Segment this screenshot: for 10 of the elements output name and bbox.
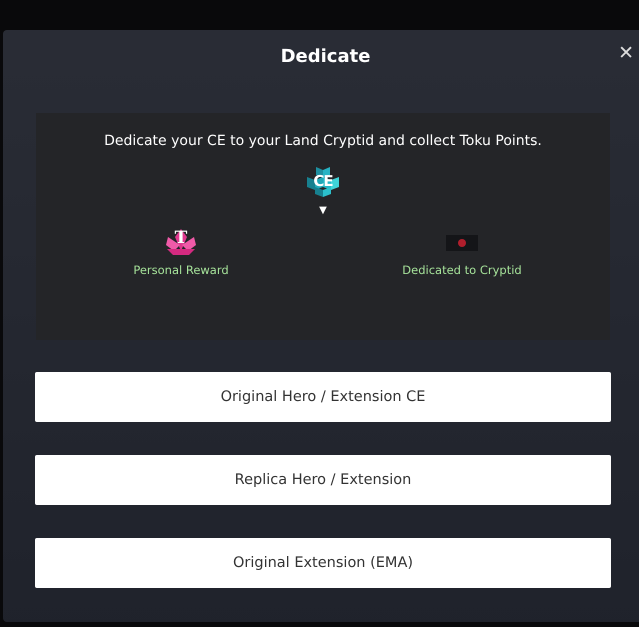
close-button[interactable]: ✕ — [618, 44, 634, 63]
dialog-title: Dedicate — [280, 46, 370, 66]
down-arrow-icon: ▼ — [36, 205, 610, 217]
info-message: Dedicate your CE to your Land Cryptid and collect Toku Points. — [103, 133, 543, 149]
cryptid-icon — [446, 235, 478, 251]
option-button[interactable]: Original Extension (EMA) — [35, 538, 611, 588]
target-label: Dedicated to Cryptid — [402, 263, 522, 277]
target-label: Personal Reward — [133, 263, 229, 277]
option-button[interactable]: Replica Hero / Extension — [35, 455, 611, 505]
option-button[interactable]: Original Hero / Extension CE — [35, 372, 611, 422]
